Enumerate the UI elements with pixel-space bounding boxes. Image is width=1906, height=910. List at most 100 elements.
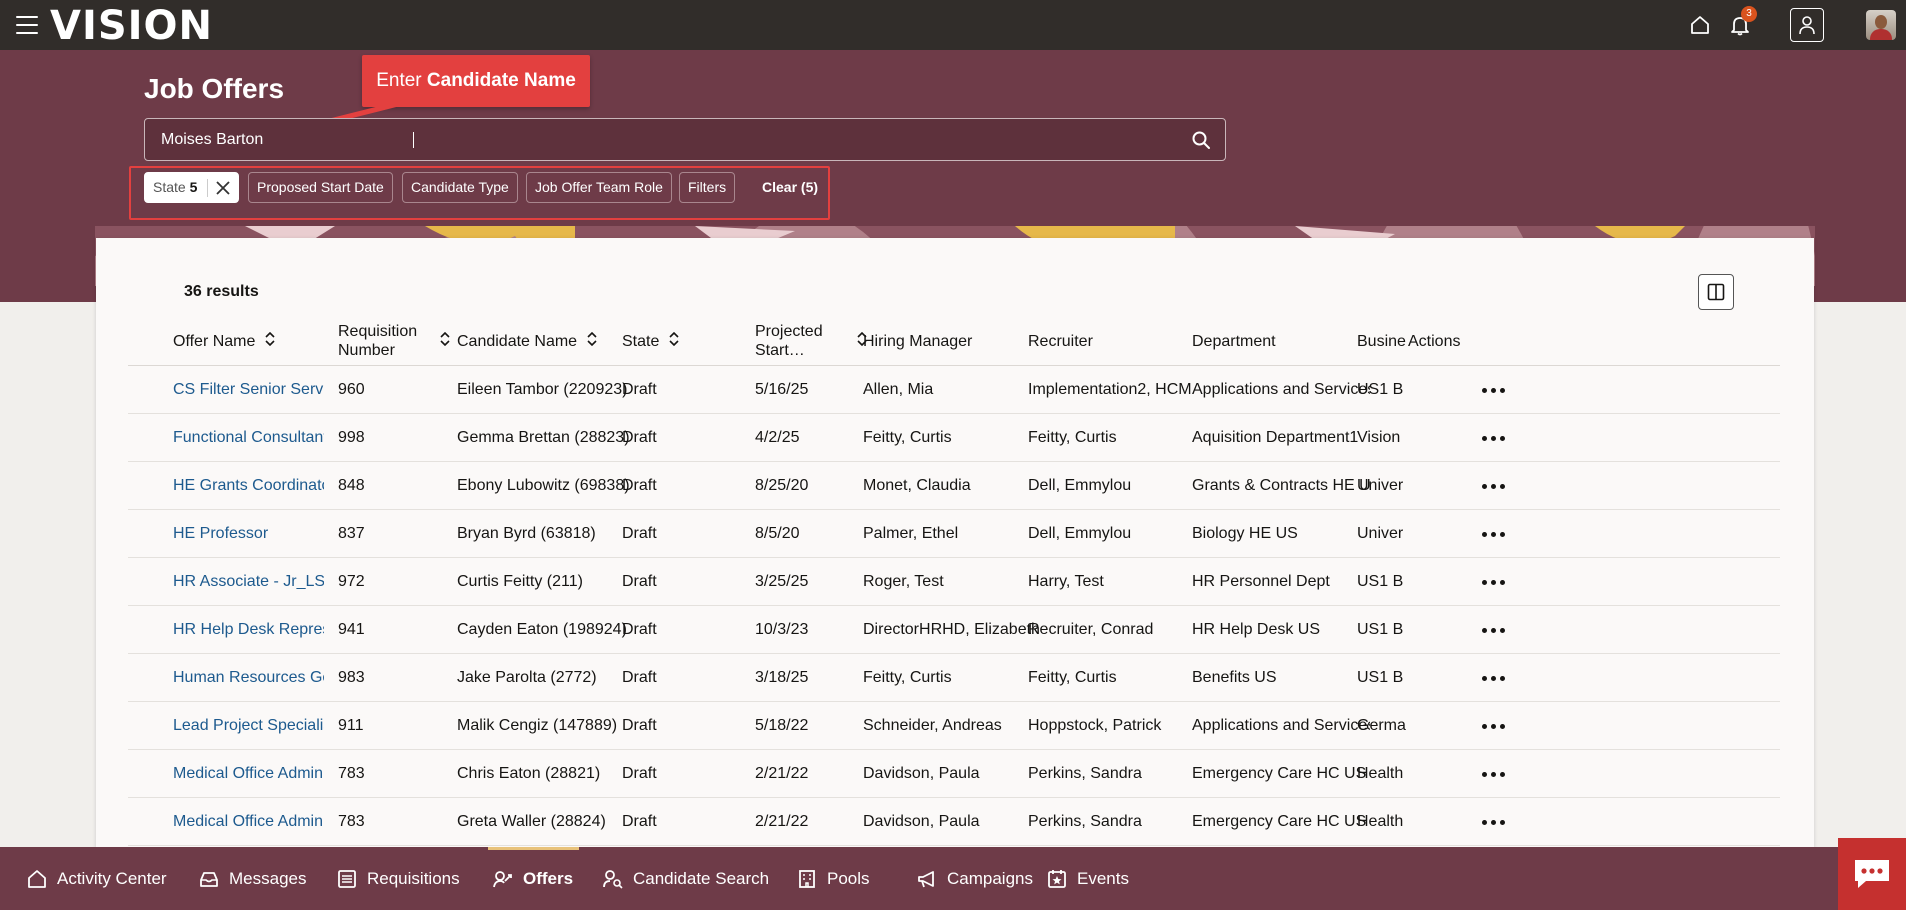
search-icon[interactable] — [1191, 130, 1211, 150]
state-filter-chip[interactable]: State 5 — [144, 172, 239, 203]
row-actions-more-icon[interactable] — [1482, 574, 1508, 590]
nav-item-messages[interactable]: Messages — [198, 847, 306, 910]
search-box[interactable] — [144, 118, 1226, 161]
table-row[interactable]: Lead Project Specialist 911 Malik Cengiz (… — [128, 702, 1780, 750]
offer-name-link[interactable]: Functional Consultant_Lc — [173, 414, 324, 462]
cell-projected-start: 10/3/23 — [755, 621, 809, 638]
column-header-offer-name[interactable]: Offer Name — [173, 316, 348, 366]
table-row[interactable]: HE Grants Coordinator 848 Ebony Lubowitz (… — [128, 462, 1780, 510]
row-actions-more-icon[interactable] — [1482, 478, 1508, 494]
column-header-projected-start[interactable]: Projected Start… — [755, 316, 875, 366]
cell-hiring-manager: Schneider, Andreas — [863, 717, 1002, 734]
cell-candidate-name: Gemma Brettan (28823) — [457, 429, 630, 446]
cell-business-unit: US1 B — [1357, 573, 1404, 590]
candidate-search-input[interactable] — [161, 119, 1161, 160]
state-filter-count: 5 — [189, 179, 198, 195]
cell-department: Applications and Services — [1192, 381, 1370, 398]
remove-filter-icon[interactable] — [215, 180, 231, 196]
table-row[interactable]: Human Resources Genera 983 Jake Parolta (2… — [128, 654, 1780, 702]
offer-name-link[interactable]: HR Help Desk Representa — [173, 606, 324, 654]
column-header-state[interactable]: State — [622, 316, 762, 366]
column-header-hiring-manager: Hiring Manager — [863, 316, 1043, 366]
split-panel-icon — [1707, 283, 1725, 301]
cell-hiring-manager: Allen, Mia — [863, 381, 934, 398]
column-layout-button[interactable] — [1698, 274, 1734, 310]
home-icon[interactable] — [1685, 10, 1715, 40]
offer-name-link[interactable]: HE Grants Coordinator — [173, 462, 324, 510]
column-header-candidate-name[interactable]: Candidate Name — [457, 316, 637, 366]
offer-name-link[interactable]: HR Associate - Jr_LS — [173, 558, 324, 606]
table-row[interactable]: HR Help Desk Representa 941 Cayden Eaton (… — [128, 606, 1780, 654]
sort-icon[interactable] — [587, 331, 597, 351]
user-avatar[interactable] — [1866, 10, 1896, 40]
offer-name-link[interactable]: Medical Office Administra — [173, 750, 324, 798]
offer-name-link[interactable]: Lead Project Specialist — [173, 702, 324, 750]
column-header-label: Candidate Name — [457, 332, 578, 350]
offer-name-link[interactable]: HE Professor — [173, 510, 324, 558]
sort-icon[interactable] — [440, 331, 450, 351]
chat-assistant-button[interactable] — [1838, 838, 1906, 910]
cell-requisition-number: 998 — [338, 429, 365, 446]
row-actions-more-icon[interactable] — [1482, 622, 1508, 638]
table-row[interactable]: Medical Office Administra 783 Greta Waller… — [128, 798, 1780, 846]
nav-item-requisitions[interactable]: Requisitions — [336, 847, 460, 910]
row-actions-more-icon[interactable] — [1482, 382, 1508, 398]
app-logo[interactable]: VISION — [50, 4, 213, 48]
cell-requisition-number: 783 — [338, 813, 365, 830]
row-actions-more-icon[interactable] — [1482, 766, 1508, 782]
nav-item-campaigns[interactable]: Campaigns — [916, 847, 1033, 910]
cell-department: Applications and Services — [1192, 717, 1370, 734]
cell-recruiter: Recruiter, Conrad — [1028, 621, 1154, 638]
sort-icon[interactable] — [669, 331, 679, 351]
cell-recruiter: Feitty, Curtis — [1028, 669, 1117, 686]
user-profile-button[interactable] — [1790, 8, 1824, 42]
row-actions-more-icon[interactable] — [1482, 670, 1508, 686]
nav-item-offers[interactable]: Offers — [487, 847, 580, 910]
cell-hiring-manager: Feitty, Curtis — [863, 429, 952, 446]
sort-icon[interactable] — [265, 331, 275, 351]
notification-badge: 3 — [1741, 6, 1757, 22]
nav-item-events[interactable]: Events — [1046, 847, 1129, 910]
column-header-label: Department — [1192, 332, 1276, 350]
table-row[interactable]: HR Associate - Jr_LS 972 Curtis Feitty (21… — [128, 558, 1780, 606]
row-actions-more-icon[interactable] — [1482, 430, 1508, 446]
notifications-bell-icon[interactable]: 3 — [1725, 6, 1757, 40]
cell-requisition-number: 941 — [338, 621, 365, 638]
offer-name-link[interactable]: CS Filter Senior Service De — [173, 366, 324, 414]
cell-business-unit: Univer — [1357, 477, 1404, 494]
proposed-start-date-filter[interactable]: Proposed Start Date — [248, 172, 393, 203]
state-filter-label: State — [153, 179, 186, 195]
column-header-requisition-number[interactable]: Requisition Number — [338, 316, 468, 366]
nav-item-pools[interactable]: Pools — [796, 847, 870, 910]
nav-item-candidate-search[interactable]: Candidate Search — [602, 847, 769, 910]
cell-projected-start: 8/5/20 — [755, 525, 800, 542]
cell-hiring-manager: Feitty, Curtis — [863, 669, 952, 686]
candidate-type-filter[interactable]: Candidate Type — [402, 172, 518, 203]
cell-candidate-name: Cayden Eaton (198924) — [457, 621, 627, 638]
person-search-icon — [603, 869, 623, 889]
cell-department: HR Help Desk US — [1192, 621, 1321, 638]
table-row[interactable]: Functional Consultant_Lc 998 Gemma Brettan… — [128, 414, 1780, 462]
cell-requisition-number: 960 — [338, 381, 365, 398]
cell-candidate-name: Chris Eaton (28821) — [457, 765, 601, 782]
cell-recruiter: Feitty, Curtis — [1028, 429, 1117, 446]
offers-icon — [493, 870, 512, 887]
offer-name-link[interactable]: Medical Office Administra — [173, 798, 324, 846]
table-row[interactable]: CS Filter Senior Service De 960 Eileen Tam… — [128, 366, 1780, 414]
table-row[interactable]: Medical Office Administra 783 Chris Eaton … — [128, 750, 1780, 798]
clear-filters-button[interactable]: Clear (5) — [762, 172, 818, 203]
table-row[interactable]: HE Professor 837 Bryan Byrd (63818) Draft 8/… — [128, 510, 1780, 558]
cell-hiring-manager: Davidson, Paula — [863, 813, 980, 830]
row-actions-more-icon[interactable] — [1482, 814, 1508, 830]
hamburger-menu-icon[interactable] — [16, 16, 38, 34]
filters-button[interactable]: Filters — [679, 172, 736, 203]
list-icon — [338, 869, 356, 888]
cell-state: Draft — [622, 429, 657, 446]
row-actions-more-icon[interactable] — [1482, 718, 1508, 734]
cell-projected-start: 8/25/20 — [755, 477, 809, 494]
job-offer-team-role-filter[interactable]: Job Offer Team Role — [526, 172, 672, 203]
row-actions-more-icon[interactable] — [1482, 526, 1508, 542]
offer-name-link[interactable]: Human Resources Genera — [173, 654, 324, 702]
nav-item-activity-center[interactable]: Activity Center — [26, 847, 167, 910]
cell-state: Draft — [622, 573, 657, 590]
